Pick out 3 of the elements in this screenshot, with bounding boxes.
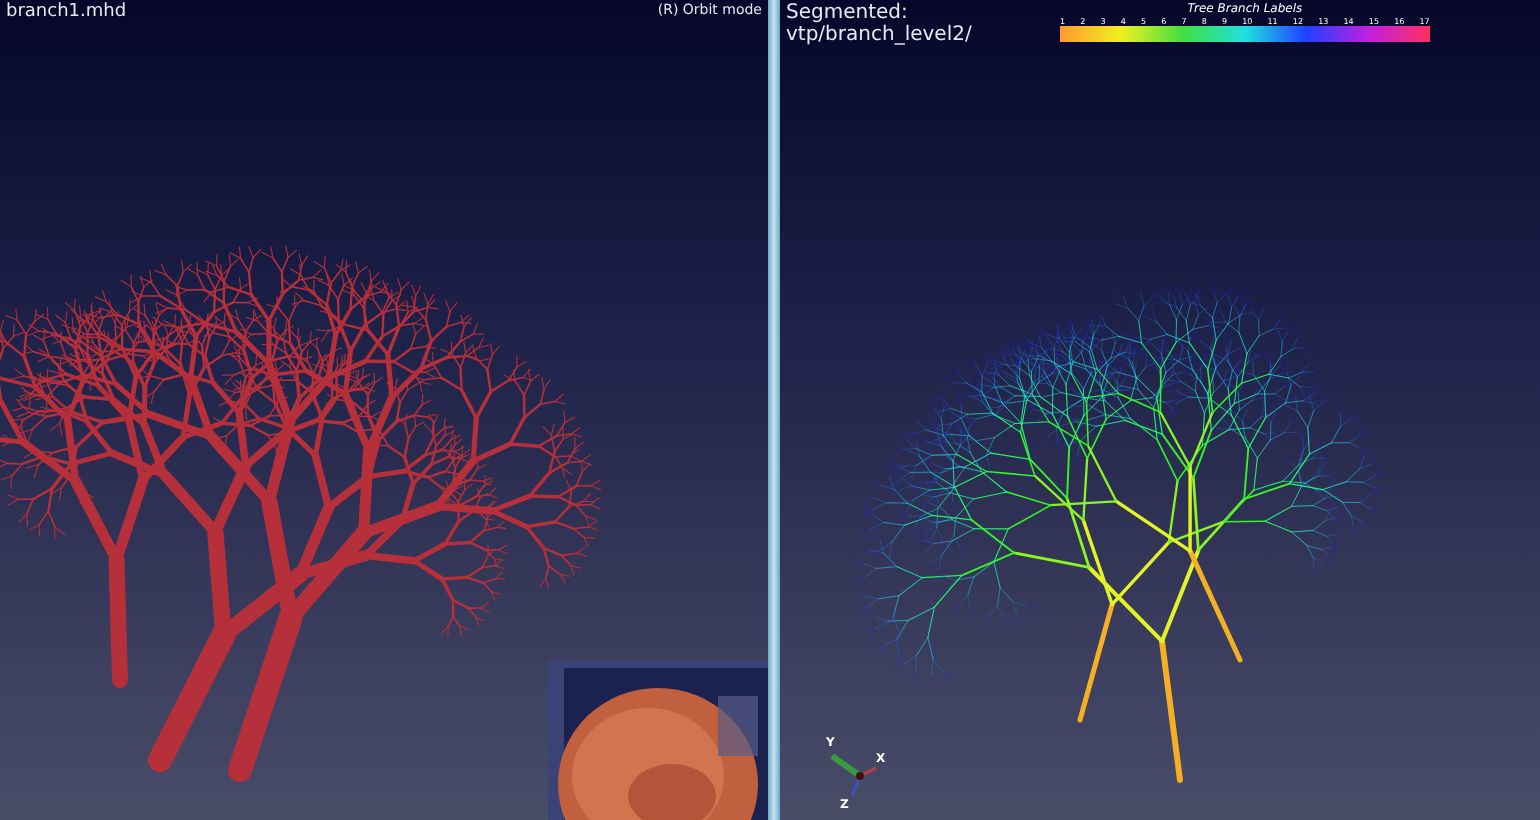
view-title: branch1.mhd [6,2,127,22]
axes-icon [830,753,877,797]
view-title: Segmented: vtp/branch_level2/ [786,2,974,46]
